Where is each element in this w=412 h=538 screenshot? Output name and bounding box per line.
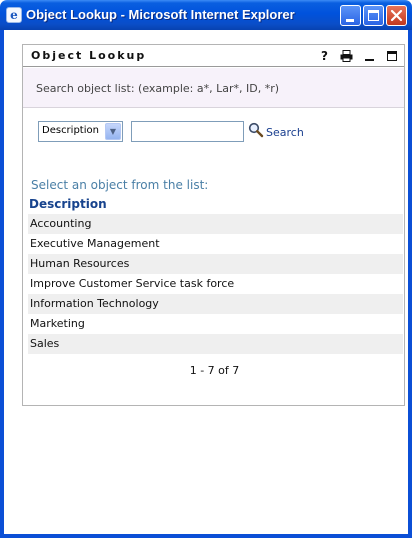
window-frame-bottom [0,534,412,538]
search-field-selected: Description [42,125,99,136]
search-icon[interactable] [248,122,264,138]
column-header-description[interactable]: Description [29,197,107,211]
list-item[interactable]: Accounting [28,214,403,234]
minimize-icon[interactable] [365,59,374,61]
list-item[interactable]: Marketing [28,314,403,334]
maximize-window-button[interactable] [363,5,384,26]
search-row: Description ▼ Search [38,121,398,143]
list-item[interactable]: Information Technology [28,294,403,314]
minimize-window-button[interactable] [340,5,361,26]
list-item[interactable]: Improve Customer Service task force [28,274,403,294]
ie-page-icon: e [6,7,22,23]
maximize-icon[interactable] [387,51,397,61]
search-input[interactable] [131,121,244,142]
search-hint-bar: Search object list: (example: a*, Lar*, … [23,68,404,108]
list-item[interactable]: Executive Management [28,234,403,254]
list-instruction: Select an object from the list: [31,178,209,192]
help-icon[interactable]: ? [321,49,328,63]
window-titlebar[interactable]: e Object Lookup - Microsoft Internet Exp… [0,0,412,30]
object-list: Accounting Executive Management Human Re… [28,214,403,354]
portlet-header: Object Lookup ? [23,45,404,67]
maximize-icon [368,10,379,21]
list-item[interactable]: Sales [28,334,403,354]
chevron-down-icon[interactable]: ▼ [105,123,121,140]
list-item[interactable]: Human Resources [28,254,403,274]
pagination-summary: 1 - 7 of 7 [189,364,240,377]
close-icon [390,9,403,22]
minimize-icon [346,19,354,22]
object-lookup-portlet: Object Lookup ? Search object list: (exa… [22,44,405,406]
window-frame-left [0,30,4,538]
window-title: Object Lookup - Microsoft Internet Explo… [26,7,295,22]
search-button[interactable]: Search [266,126,304,139]
close-window-button[interactable] [386,5,407,26]
search-hint: Search object list: (example: a*, Lar*, … [36,82,280,95]
print-icon[interactable] [340,50,353,62]
portlet-title: Object Lookup [31,49,147,62]
window-frame-right [408,30,412,538]
search-field-select[interactable]: Description ▼ [38,121,123,142]
